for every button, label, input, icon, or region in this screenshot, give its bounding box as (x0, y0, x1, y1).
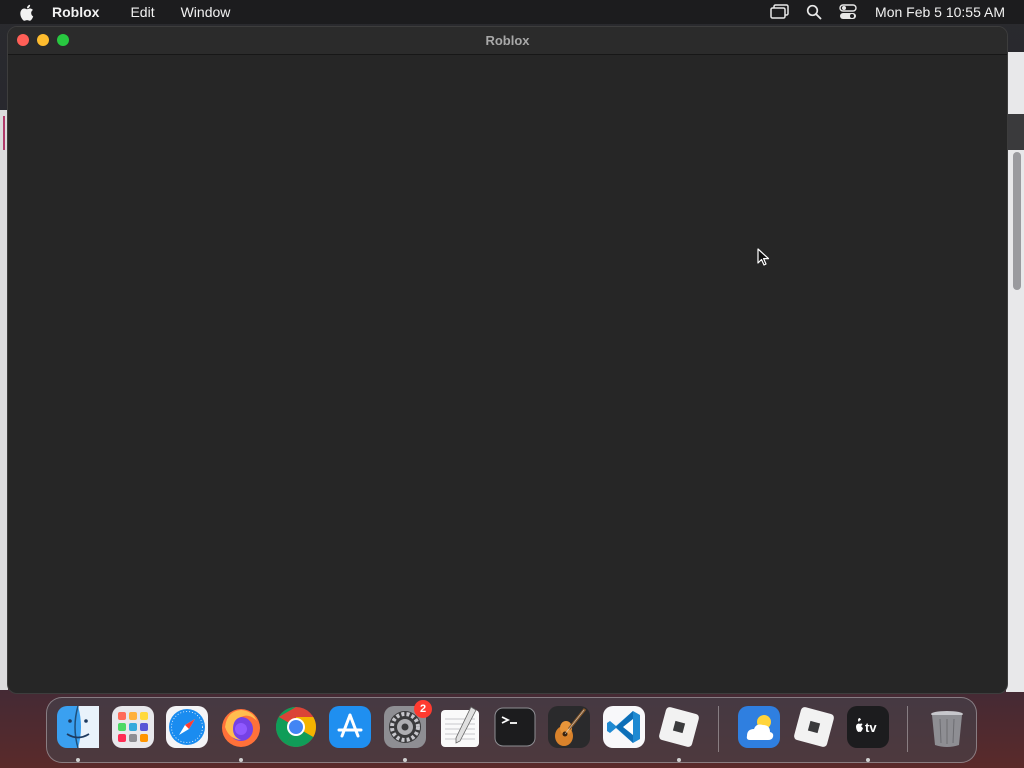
background-window-scrollbar[interactable] (1013, 152, 1021, 290)
menu-bar: Roblox Edit Window Mon Feb 5 10:55 AM (0, 0, 1024, 24)
weather-icon[interactable] (737, 705, 781, 749)
roblox-window: Roblox (7, 26, 1008, 694)
window-title: Roblox (485, 33, 530, 48)
roblox-icon[interactable] (657, 705, 701, 749)
terminal-icon[interactable] (493, 705, 537, 749)
mouse-cursor-icon (757, 248, 771, 268)
background-window-accent (3, 116, 5, 150)
system-settings-running-indicator (403, 758, 407, 762)
roblox-studio-icon[interactable] (792, 705, 836, 749)
dock: tv (46, 697, 977, 763)
trash-icon[interactable] (925, 705, 969, 749)
apple-tv-running-indicator (866, 758, 870, 762)
textedit-icon[interactable] (438, 705, 482, 749)
firefox-icon[interactable] (219, 705, 263, 749)
safari-icon[interactable] (165, 705, 209, 749)
vscode-icon[interactable] (602, 705, 646, 749)
apple-menu-icon[interactable] (17, 3, 35, 21)
firefox-running-indicator (239, 758, 243, 762)
control-center-icon[interactable] (837, 3, 859, 21)
svg-text:tv: tv (865, 720, 877, 735)
window-content-area[interactable] (8, 55, 1007, 693)
system-settings-badge: 2 (414, 700, 432, 718)
background-window-toolbar (1006, 114, 1024, 150)
chrome-icon[interactable] (274, 705, 318, 749)
screen-mirroring-icon[interactable] (769, 3, 791, 21)
menu-edit[interactable]: Edit (130, 4, 154, 20)
search-icon[interactable] (803, 3, 825, 21)
launchpad-icon[interactable] (111, 705, 155, 749)
finder-icon[interactable] (56, 705, 100, 749)
app-menu-roblox[interactable]: Roblox (52, 4, 99, 20)
apple-tv-icon[interactable]: tv (846, 705, 890, 749)
window-title-bar[interactable]: Roblox (8, 27, 1007, 55)
garageband-icon[interactable] (547, 705, 591, 749)
menu-bar-clock[interactable]: Mon Feb 5 10:55 AM (875, 4, 1005, 20)
background-window-right (1006, 52, 1024, 692)
finder-running-indicator (76, 758, 80, 762)
dock-divider-trash (907, 706, 908, 752)
app-store-icon[interactable] (328, 705, 372, 749)
roblox-running-indicator (677, 758, 681, 762)
dock-divider (718, 706, 719, 752)
menu-window[interactable]: Window (181, 4, 231, 20)
